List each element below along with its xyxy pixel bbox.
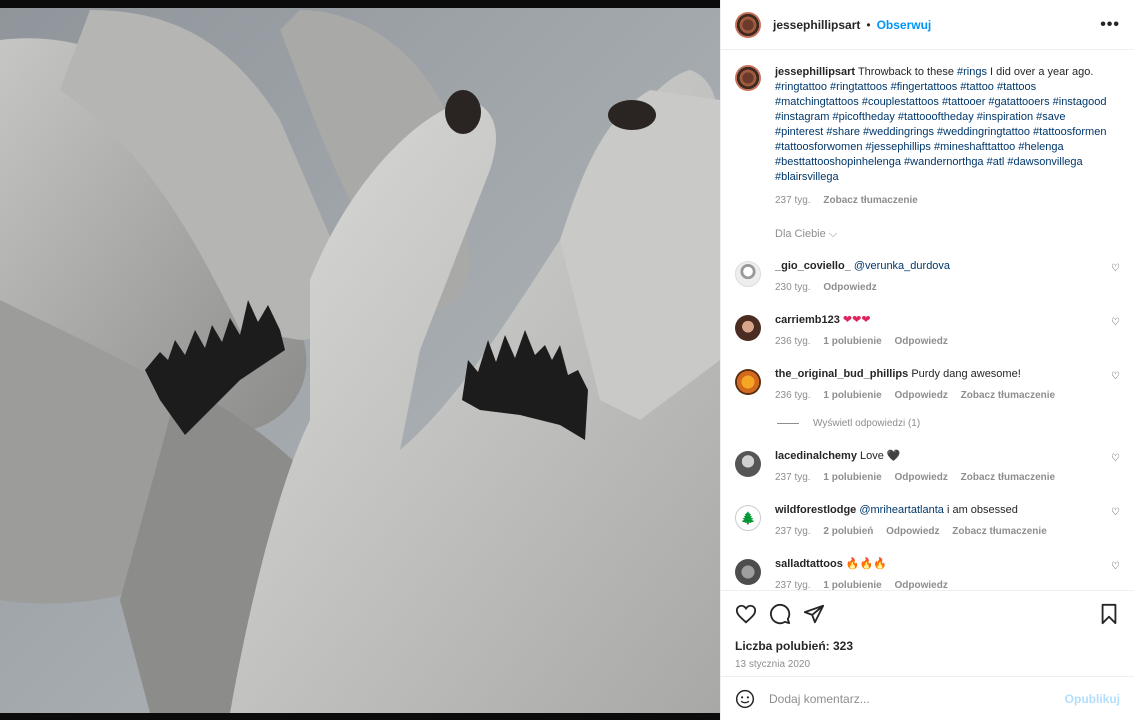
follow-button[interactable]: Obserwuj [877, 18, 932, 32]
view-replies-button[interactable]: Wyświetl odpowiedzi (1) [777, 413, 1134, 433]
comment-icon[interactable] [769, 603, 791, 625]
post-photo[interactable] [0, 0, 720, 720]
likes-count[interactable]: Liczba polubień: 323 [735, 639, 1120, 653]
comment-likes[interactable]: 2 polubień [823, 526, 873, 537]
comment-text: Purdy dang awesome! [911, 368, 1021, 380]
see-translation-link[interactable]: Zobacz tłumaczenie [961, 390, 1055, 401]
comment-like-heart-icon[interactable]: ♡ [1111, 263, 1120, 274]
view-replies-label: Wyświetl odpowiedzi (1) [813, 417, 921, 429]
replies-divider [777, 422, 799, 424]
commenter-username[interactable]: the_original_bud_phillips [775, 368, 908, 380]
reply-button[interactable]: Odpowiedz [895, 336, 948, 347]
comment-likes[interactable]: 1 polubienie [823, 580, 881, 590]
emoji-icon[interactable] [735, 689, 755, 709]
caption-text-2: I did over a year ago. [990, 66, 1094, 78]
caption-age: 237 tyg. [775, 195, 811, 206]
comment-age: 236 tyg. [775, 390, 811, 401]
commenter-avatar[interactable] [735, 369, 761, 395]
comment-likes[interactable]: 1 polubienie [823, 390, 881, 401]
commenter-avatar[interactable] [735, 451, 761, 477]
comment-like-heart-icon[interactable]: ♡ [1111, 453, 1120, 464]
commenter-avatar[interactable] [735, 261, 761, 287]
comments-scroll-area[interactable]: jessephillipsart Throwback to these #rin… [721, 51, 1134, 590]
comment-likes[interactable]: 1 polubienie [823, 472, 881, 483]
comment-item: 🌲 wildforestlodge @mriheartatlanta i am … [721, 495, 1134, 549]
caption-hashtags[interactable]: #ringtattoo #ringtattoos #fingertattoos … [775, 81, 1106, 183]
comment-item: lacedinalchemy Love 🖤 237 tyg. 1 polubie… [721, 441, 1134, 495]
commenter-username[interactable]: salladtattoos [775, 558, 843, 570]
post-header: jessephillipsart • Obserwuj ••• [721, 0, 1134, 50]
commenter-avatar[interactable]: 🌲 [735, 505, 761, 531]
comment-mention[interactable]: @mriheartatlanta [859, 504, 944, 516]
post-caption: jessephillipsart Throwback to these #rin… [721, 51, 1134, 208]
comment-like-heart-icon[interactable]: ♡ [1111, 561, 1120, 572]
caption-text: Throwback to these [857, 66, 954, 78]
comment-item: carriemb123 ❤❤❤ 236 tyg. 1 polubienie Od… [721, 305, 1134, 359]
comment-age: 237 tyg. [775, 472, 811, 483]
comment-input[interactable]: Dodaj komentarz... [769, 692, 870, 706]
more-options-icon[interactable]: ••• [1100, 16, 1120, 34]
reply-button[interactable]: Odpowiedz [895, 390, 948, 401]
reply-button[interactable]: Odpowiedz [823, 282, 876, 293]
commenter-username[interactable]: wildforestlodge [775, 504, 856, 516]
reply-button[interactable]: Odpowiedz [886, 526, 939, 537]
separator-dot: • [866, 17, 871, 32]
comment-age: 230 tyg. [775, 282, 811, 293]
reply-button[interactable]: Odpowiedz [895, 472, 948, 483]
for-you-filter[interactable]: Dla Ciebie ⌵ [775, 228, 1134, 241]
comment-item: _gio_coviello_ @verunka_durdova 230 tyg.… [721, 251, 1134, 305]
comment-age: 236 tyg. [775, 336, 811, 347]
comment-like-heart-icon[interactable]: ♡ [1111, 371, 1120, 382]
caption-hashtag-rings[interactable]: #rings [957, 66, 987, 78]
comment-text: Love 🖤 [860, 450, 901, 462]
instagram-post-modal: jessephillipsart • Obserwuj ••• jessephi… [0, 0, 1134, 720]
post-side-panel: jessephillipsart • Obserwuj ••• jessephi… [720, 0, 1134, 720]
comment-like-heart-icon[interactable]: ♡ [1111, 507, 1120, 518]
comment-like-heart-icon[interactable]: ♡ [1111, 317, 1120, 328]
commenter-avatar[interactable] [735, 315, 761, 341]
caption-meta: 237 tyg. Zobacz tłumaczenie [775, 193, 1115, 208]
commenter-avatar[interactable] [735, 559, 761, 585]
commenter-username[interactable]: lacedinalchemy [775, 450, 857, 462]
post-date[interactable]: 13 stycznia 2020 [735, 659, 1120, 670]
chevron-down-icon: ⌵ [828, 228, 838, 240]
comment-text: 🔥🔥🔥 [845, 558, 888, 570]
bookmark-icon[interactable] [1098, 603, 1120, 625]
reply-button[interactable]: Odpowiedz [895, 580, 948, 590]
comments-list: _gio_coviello_ @verunka_durdova 230 tyg.… [721, 251, 1134, 590]
comment-item: salladtattoos 🔥🔥🔥 237 tyg. 1 polubienie … [721, 549, 1134, 590]
see-translation-link[interactable]: Zobacz tłumaczenie [961, 472, 1055, 483]
publish-button[interactable]: Opublikuj [1065, 692, 1120, 706]
comment-age: 237 tyg. [775, 526, 811, 537]
comment-item: the_original_bud_phillips Purdy dang awe… [721, 359, 1134, 413]
comment-likes[interactable]: 1 polubienie [823, 336, 881, 347]
share-icon[interactable] [803, 603, 825, 625]
see-translation-link[interactable]: Zobacz tłumaczenie [823, 195, 917, 206]
comment-mention[interactable]: @verunka_durdova [854, 260, 950, 272]
comment-text: ❤❤❤ [842, 314, 871, 326]
author-username[interactable]: jessephillipsart [773, 18, 860, 32]
post-actions: Liczba polubień: 323 13 stycznia 2020 [721, 590, 1134, 670]
add-comment-bar: Dodaj komentarz... Opublikuj [721, 676, 1134, 720]
commenter-username[interactable]: _gio_coviello_ [775, 260, 851, 272]
commenter-username[interactable]: carriemb123 [775, 314, 840, 326]
see-translation-link[interactable]: Zobacz tłumaczenie [952, 526, 1046, 537]
caption-username[interactable]: jessephillipsart [775, 66, 855, 78]
comment-text: i am obsessed [946, 504, 1018, 516]
comment-age: 237 tyg. [775, 580, 811, 590]
author-avatar[interactable] [735, 11, 761, 38]
caption-author-avatar[interactable] [735, 65, 761, 91]
tattooed-hands-image [0, 8, 720, 713]
heart-icon[interactable] [735, 603, 757, 625]
